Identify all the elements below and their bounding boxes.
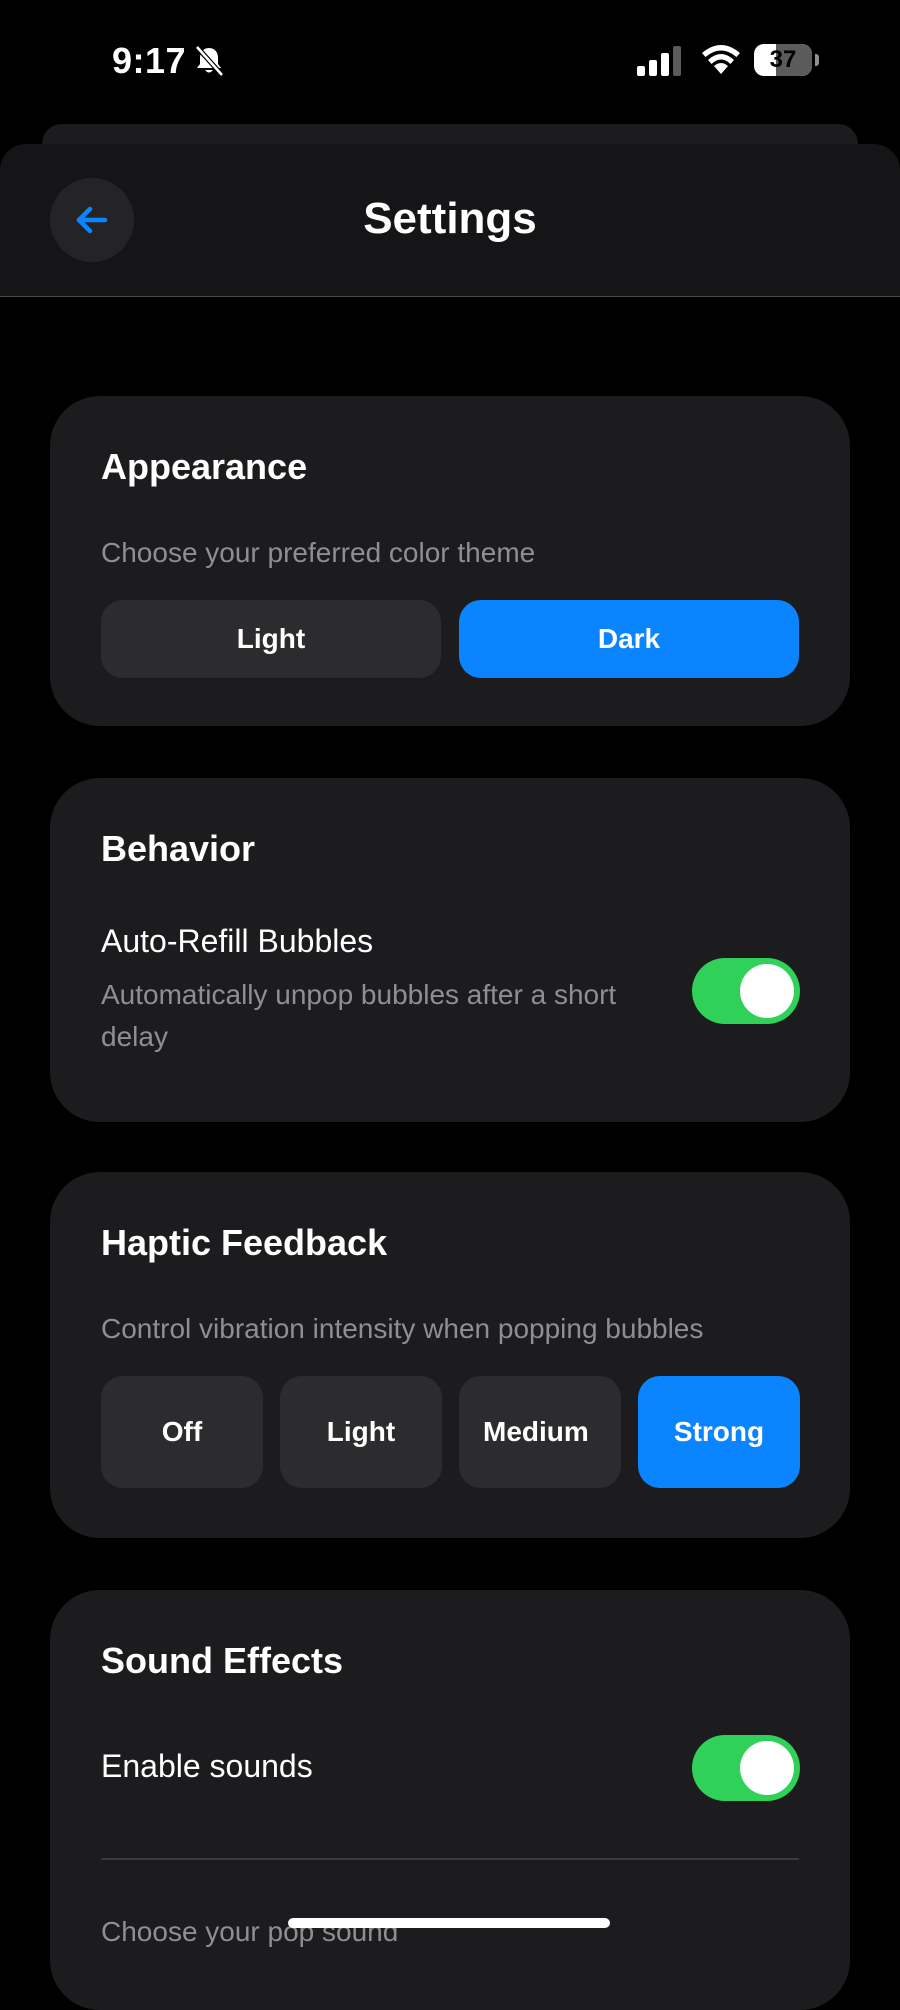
header: Settings xyxy=(0,144,900,297)
auto-refill-description: Automatically unpop bubbles after a shor… xyxy=(101,979,617,1052)
haptic-light-button[interactable]: Light xyxy=(280,1376,442,1488)
haptic-medium-button[interactable]: Medium xyxy=(459,1376,621,1488)
divider xyxy=(101,1858,799,1860)
appearance-title: Appearance xyxy=(101,446,308,487)
haptic-description: Control vibration intensity when popping… xyxy=(101,1313,704,1344)
haptic-card: Haptic Feedback Control vibration intens… xyxy=(50,1172,850,1538)
behavior-card: Behavior Auto-Refill Bubbles Automatical… xyxy=(50,778,850,1122)
sound-title: Sound Effects xyxy=(101,1640,344,1681)
haptic-off-button[interactable]: Off xyxy=(101,1376,263,1488)
haptic-title: Haptic Feedback xyxy=(101,1222,388,1263)
appearance-card: Appearance Choose your preferred color t… xyxy=(50,396,850,726)
wifi-icon xyxy=(702,45,740,74)
battery-icon: 37 xyxy=(754,44,820,76)
battery-level: 37 xyxy=(769,46,797,73)
toggle-knob xyxy=(740,1741,794,1795)
theme-light-button[interactable]: Light xyxy=(101,600,441,678)
auto-refill-toggle[interactable] xyxy=(692,958,800,1024)
toggle-knob xyxy=(740,964,794,1018)
auto-refill-label: Auto-Refill Bubbles xyxy=(101,923,374,959)
bell-slash-icon xyxy=(195,45,224,77)
status-time: 9:17 xyxy=(112,40,187,81)
sound-card: Sound Effects Enable sounds Choose your … xyxy=(50,1590,850,2010)
theme-dark-button[interactable]: Dark xyxy=(459,600,799,678)
appearance-description: Choose your preferred color theme xyxy=(101,537,536,568)
signal-icon xyxy=(637,46,681,76)
haptic-strong-button[interactable]: Strong xyxy=(638,1376,800,1488)
behavior-title: Behavior xyxy=(101,828,256,869)
page-title: Settings xyxy=(363,194,537,243)
enable-sounds-label: Enable sounds xyxy=(101,1748,313,1784)
home-indicator[interactable] xyxy=(288,1918,610,1928)
enable-sounds-toggle[interactable] xyxy=(692,1735,800,1801)
status-bar: 9:17 37 xyxy=(0,0,900,120)
